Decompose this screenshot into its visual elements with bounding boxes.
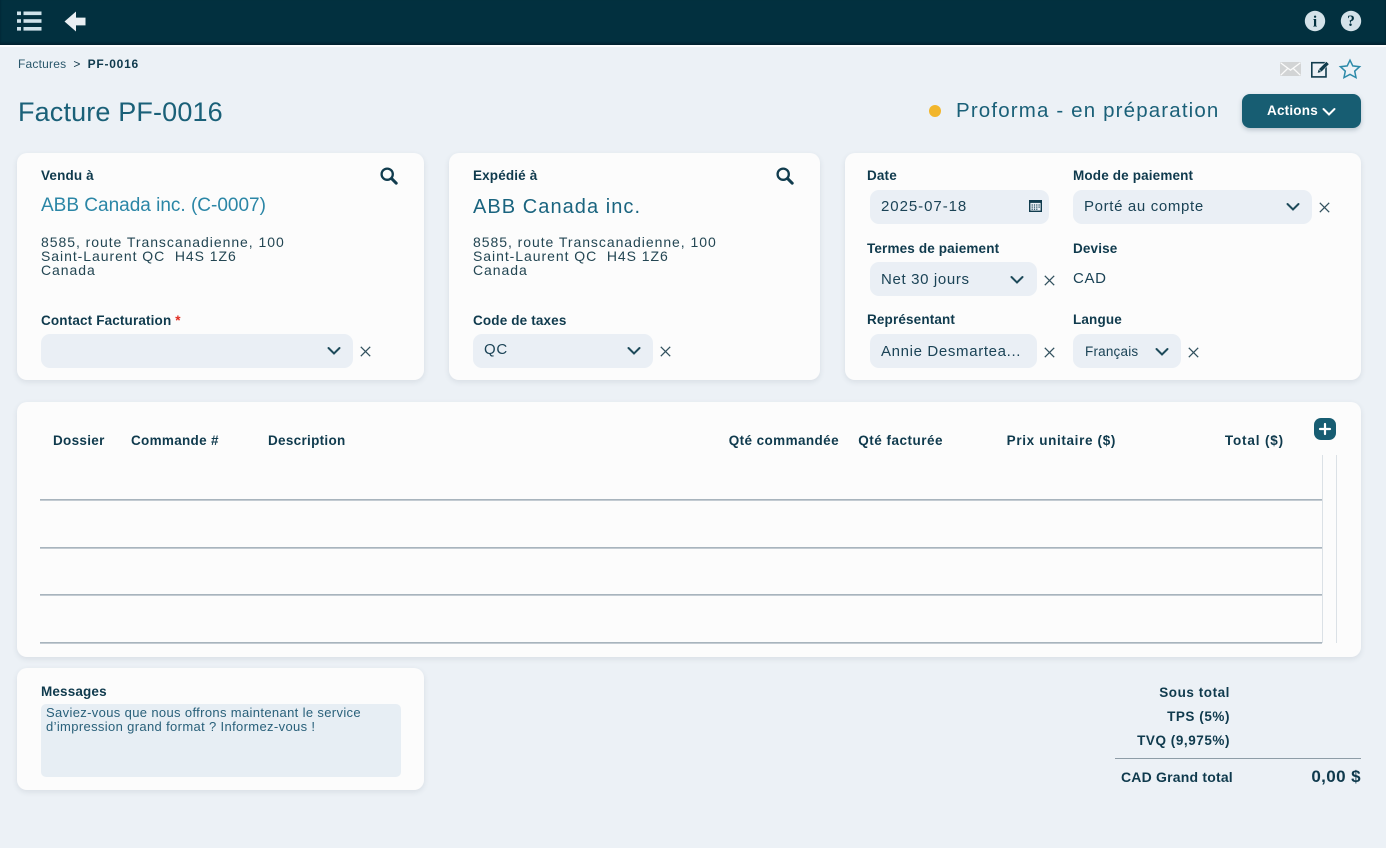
svg-text:?: ? [1347, 13, 1355, 30]
svg-text:i: i [1313, 13, 1318, 30]
